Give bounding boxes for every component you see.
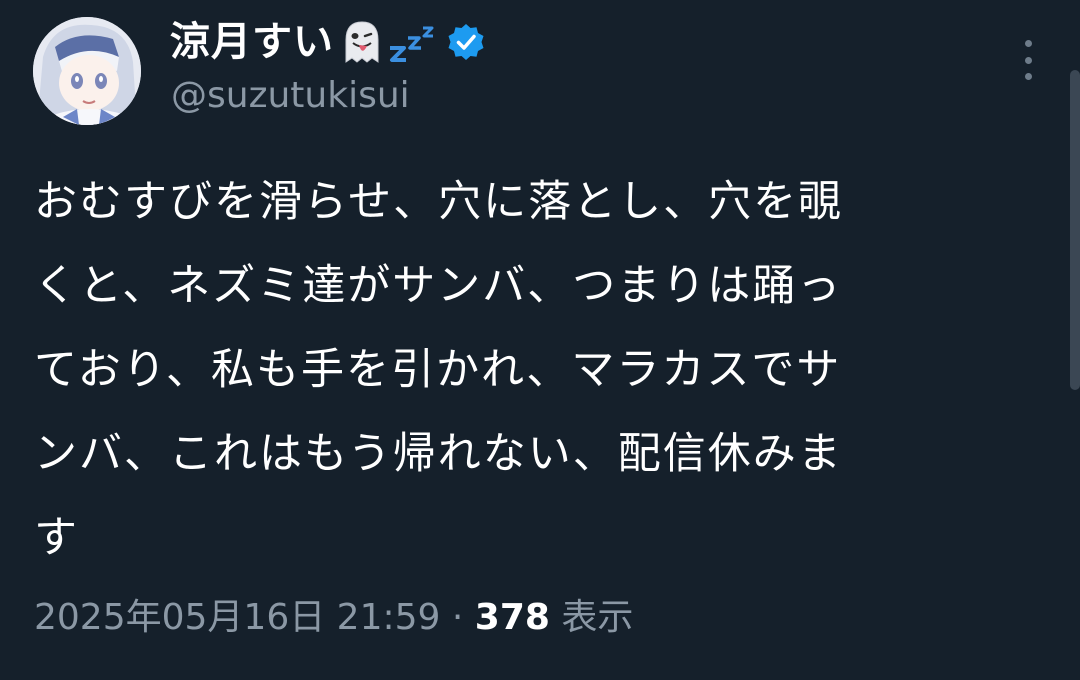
zzz-emoji-icon xyxy=(388,22,438,62)
views-count: 378 xyxy=(474,597,550,638)
tweet-meta: 2025年05月16日 21:59 · 378 表示 xyxy=(34,600,633,636)
tweet-timestamp[interactable]: 2025年05月16日 21:59 xyxy=(34,597,440,638)
verified-badge-icon[interactable] xyxy=(446,22,486,62)
scrollbar[interactable] xyxy=(1070,70,1080,390)
user-handle[interactable]: @suzutukisui xyxy=(171,78,410,114)
ghost-emoji-icon xyxy=(338,18,386,66)
views-label: 表示 xyxy=(561,597,634,638)
avatar[interactable] xyxy=(33,17,141,125)
user-header: 涼月すい xyxy=(170,14,486,70)
avatar-image xyxy=(33,17,141,125)
display-name[interactable]: 涼月すい xyxy=(170,22,334,62)
tweet-text-line: くと、ネズミ達がサンバ、つまりは踊っ xyxy=(34,261,843,311)
tweet-text-line: ており、私も手を引かれ、マラカスでサ xyxy=(34,345,842,395)
tweet-text: おむすびを滑らせ、穴に落とし、穴を覗 くと、ネズミ達がサンバ、つまりは踊っ てお… xyxy=(34,160,1034,580)
more-options-button[interactable] xyxy=(1014,40,1042,80)
tweet-text-line: ンバ、これはもう帰れない、配信休みま xyxy=(34,429,843,479)
tweet-text-line: す xyxy=(34,513,79,563)
meta-separator: · xyxy=(451,597,464,638)
more-dot-icon xyxy=(1024,40,1032,47)
more-dot-icon xyxy=(1024,56,1032,64)
tweet-text-line: おむすびを滑らせ、穴に落とし、穴を覗 xyxy=(34,177,844,227)
more-dot-icon xyxy=(1024,73,1032,80)
